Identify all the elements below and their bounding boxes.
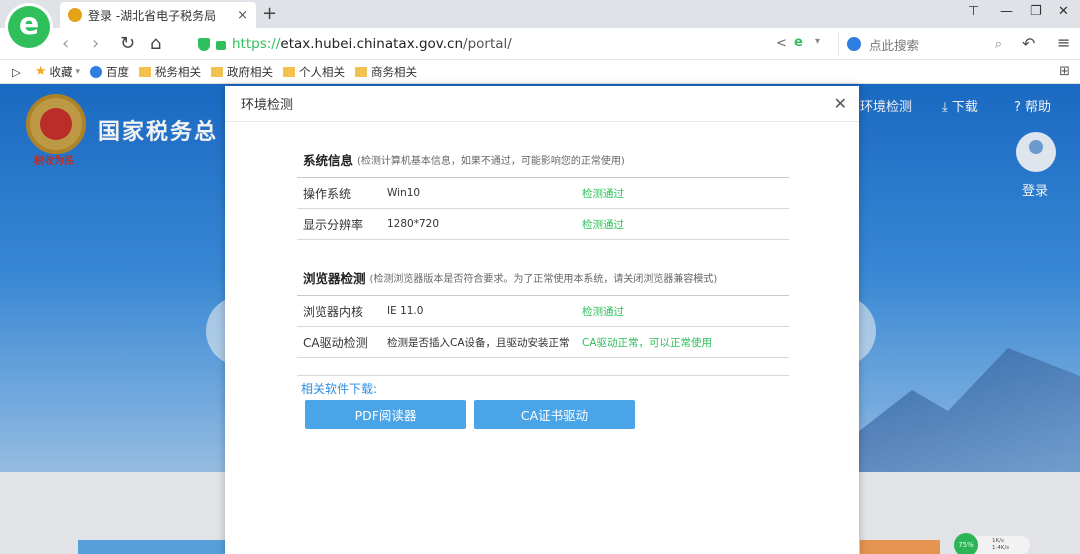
table-row: 显示分辨率 1280*720 检测通过 xyxy=(297,209,789,240)
dialog-title: 环境检测 xyxy=(241,98,294,113)
browser-check-note: (检测浏览器版本是否符合要求。为了正常使用本系统，请关闭浏览器兼容模式) xyxy=(369,274,718,285)
system-info-header: 系统信息 (检测计算机基本信息，如果不通过，可能影响您的正常使用) xyxy=(297,142,789,178)
skin-icon[interactable]: ⊤ xyxy=(968,4,979,19)
render-mode-icon[interactable]: e xyxy=(794,35,803,50)
table-divider xyxy=(297,358,789,376)
close-window-button[interactable]: ✕ xyxy=(1058,4,1069,19)
ca-driver-download-button[interactable]: CA证书驱动 xyxy=(474,400,635,429)
chevron-down-icon[interactable]: ▾ xyxy=(815,36,820,47)
baidu-icon xyxy=(90,65,103,78)
chevron-down-icon: ▾ xyxy=(75,66,81,77)
bookmarks-bar: ▷ ★ 收藏 ▾ 百度 税务相关 政府相关 个人相关 商务相关 ⊞ xyxy=(0,60,1080,84)
folder-icon xyxy=(283,66,296,77)
baidu-search-icon xyxy=(847,37,861,51)
tab-close-icon[interactable]: × xyxy=(237,8,248,23)
refresh-button[interactable]: ↻ xyxy=(120,33,135,54)
apps-grid-icon[interactable]: ⊞ xyxy=(1059,64,1070,79)
forward-button[interactable]: › xyxy=(92,33,99,54)
security-shield-icon xyxy=(198,37,210,51)
sidebar-toggle-icon[interactable]: ▷ xyxy=(12,65,21,79)
url-host: etax.hubei.chinatax.gov.cn xyxy=(280,36,464,52)
check-value: Win10 xyxy=(387,187,421,199)
share-icon[interactable]: < xyxy=(776,36,787,51)
check-value: 1280*720 xyxy=(387,218,440,230)
browser-logo-icon: e xyxy=(8,6,50,48)
bookmark-business[interactable]: 商务相关 xyxy=(355,64,417,80)
check-name: 浏览器内核 xyxy=(303,304,364,319)
close-icon[interactable]: ✕ xyxy=(834,94,847,113)
search-icon[interactable]: ⌕ xyxy=(995,37,1002,52)
check-name: 操作系统 xyxy=(303,186,352,201)
back-button[interactable]: ‹ xyxy=(62,33,69,54)
search-field[interactable]: 点此搜索 ⌕ xyxy=(838,32,1008,56)
bookmark-favorites[interactable]: ★ 收藏 ▾ xyxy=(35,64,80,80)
check-status: CA驱动正常，可以正常使用 xyxy=(582,336,713,349)
star-icon: ★ xyxy=(34,64,47,79)
check-name: CA驱动检测 xyxy=(303,335,368,350)
table-row: 操作系统 Win10 检测通过 xyxy=(297,178,789,209)
pdf-reader-download-button[interactable]: PDF阅读器 xyxy=(305,400,466,429)
check-value: IE 11.0 xyxy=(387,305,424,317)
maximize-button[interactable]: ❐ xyxy=(1030,4,1042,19)
system-info-title: 系统信息 xyxy=(303,153,354,168)
folder-icon xyxy=(355,66,368,77)
check-status: 检测通过 xyxy=(582,187,624,200)
table-row: 浏览器内核 IE 11.0 检测通过 xyxy=(297,296,789,327)
table-row: CA驱动检测 检测是否插入CA设备，且驱动安装正常 CA驱动正常，可以正常使用 xyxy=(297,327,789,358)
tab-title: 登录 -湖北省电子税务局 xyxy=(88,8,217,23)
dialog-header: 环境检测 ✕ xyxy=(225,86,859,122)
bookmark-baidu[interactable]: 百度 xyxy=(90,64,129,80)
url-field[interactable]: https:// etax.hubei.chinatax.gov.cn /por… xyxy=(198,32,838,56)
bookmark-government[interactable]: 政府相关 xyxy=(211,64,273,80)
browser-tab[interactable]: 登录 -湖北省电子税务局 × xyxy=(60,2,256,28)
search-placeholder: 点此搜索 xyxy=(869,37,920,53)
menu-icon[interactable]: ≡ xyxy=(1057,33,1070,52)
check-status: 检测通过 xyxy=(582,218,624,231)
env-check-dialog: 环境检测 ✕ 系统信息 (检测计算机基本信息，如果不通过，可能影响您的正常使用)… xyxy=(225,86,859,554)
tab-bar: 登录 -湖北省电子税务局 × + ⊤ — ❐ ✕ xyxy=(0,0,1080,28)
url-scheme: https:// xyxy=(232,36,281,52)
bookmark-tax[interactable]: 税务相关 xyxy=(139,64,201,80)
home-button[interactable]: ⌂ xyxy=(150,33,161,54)
new-tab-button[interactable]: + xyxy=(262,3,277,24)
folder-icon xyxy=(211,66,224,77)
folder-icon xyxy=(139,66,152,77)
bookmark-personal[interactable]: 个人相关 xyxy=(283,64,345,80)
check-value: 检测是否插入CA设备，且驱动安装正常 xyxy=(387,336,570,349)
check-name: 显示分辨率 xyxy=(303,217,364,232)
url-path: /portal/ xyxy=(463,36,512,52)
minimize-button[interactable]: — xyxy=(1000,4,1013,19)
system-info-note: (检测计算机基本信息，如果不通过，可能影响您的正常使用) xyxy=(357,156,625,167)
undo-icon[interactable]: ↶ xyxy=(1022,34,1035,53)
tax-favicon-icon xyxy=(68,8,82,22)
downloads-title: 相关软件下载: xyxy=(301,382,378,396)
browser-check-title: 浏览器检测 xyxy=(303,271,366,286)
dialog-body: 系统信息 (检测计算机基本信息，如果不通过，可能影响您的正常使用) 操作系统 W… xyxy=(297,142,789,376)
browser-check-header: 浏览器检测 (检测浏览器版本是否符合要求。为了正常使用本系统，请关闭浏览器兼容模… xyxy=(297,260,789,296)
lock-icon xyxy=(216,41,226,50)
check-status: 检测通过 xyxy=(582,305,624,318)
address-bar: ‹ › ↻ ⌂ https:// etax.hubei.chinatax.gov… xyxy=(0,28,1080,60)
